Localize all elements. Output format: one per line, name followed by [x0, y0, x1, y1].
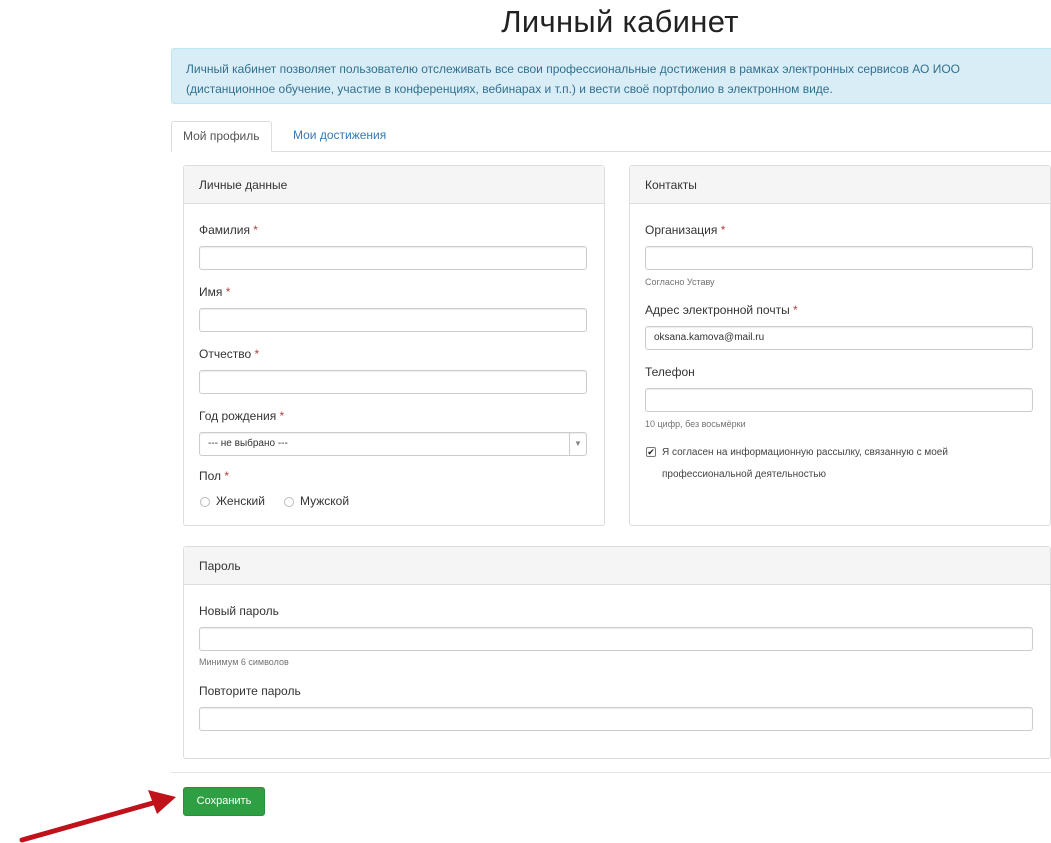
caret-down-icon: ▼	[569, 433, 586, 455]
organization-label: Организация *	[645, 223, 726, 237]
required-mark: *	[253, 223, 258, 237]
phone-label: Телефон	[645, 365, 695, 379]
email-label: Адрес электронной почты *	[645, 303, 798, 317]
email-field[interactable]: oksana.kamova@mail.ru	[645, 326, 1033, 350]
phone-help: 10 цифр, без восьмёрки	[645, 419, 746, 429]
birth-year-select[interactable]: --- не выбрано --- ▼	[199, 432, 587, 456]
page: Личный кабинет Личный кабинет позволяет …	[0, 0, 1051, 843]
repeat-password-label: Повторите пароль	[199, 684, 301, 698]
name-field[interactable]	[199, 308, 587, 332]
gender-male-label: Мужской	[300, 494, 350, 508]
new-password-help: Минимум 6 символов	[199, 657, 289, 667]
birth-year-selected-value: --- не выбрано ---	[208, 438, 288, 449]
consent-label-line-1: Я согласен на информационную рассылку, с…	[662, 447, 948, 458]
required-mark: *	[793, 303, 798, 317]
tab-my-achievements[interactable]: Мои достижения	[282, 121, 397, 152]
password-heading: Пароль	[184, 547, 1050, 585]
info-text-line-1: Личный кабинет позволяет пользователю от…	[186, 62, 960, 76]
patronymic-label: Отчество *	[199, 347, 260, 361]
organization-field[interactable]	[645, 246, 1033, 270]
surname-field[interactable]	[199, 246, 587, 270]
info-text-line-2: (дистанционное обучение, участие в конфе…	[186, 82, 833, 96]
info-alert: Личный кабинет позволяет пользователю от…	[171, 48, 1051, 104]
surname-label: Фамилия *	[199, 223, 258, 237]
required-mark: *	[225, 285, 231, 299]
organization-help: Согласно Уставу	[645, 277, 715, 287]
phone-field[interactable]	[645, 388, 1033, 412]
repeat-password-field[interactable]	[199, 707, 1033, 731]
consent-label-line-2: профессиональной деятельностью	[662, 469, 826, 480]
birth-year-label: Год рождения *	[199, 409, 285, 423]
required-mark: *	[224, 469, 230, 483]
red-arrow-icon	[19, 790, 176, 843]
required-mark: *	[720, 223, 726, 237]
form-divider	[171, 772, 1051, 773]
required-mark: *	[279, 409, 285, 423]
name-label: Имя *	[199, 285, 231, 299]
gender-female-label: Женский	[216, 494, 265, 508]
gender-female-radio[interactable]	[200, 497, 210, 507]
patronymic-field[interactable]	[199, 370, 587, 394]
tab-my-profile[interactable]: Мой профиль	[171, 121, 272, 152]
personal-data-heading: Личные данные	[184, 166, 604, 204]
gender-male-radio[interactable]	[284, 497, 294, 507]
gender-label: Пол *	[199, 469, 230, 483]
page-title: Личный кабинет	[501, 4, 739, 39]
contacts-heading: Контакты	[630, 166, 1050, 204]
personal-data-panel: Личные данные	[183, 165, 605, 526]
new-password-field[interactable]	[199, 627, 1033, 651]
save-button[interactable]: Сохранить	[183, 787, 265, 816]
consent-checkbox[interactable]: ✔	[646, 447, 656, 457]
required-mark: *	[254, 347, 260, 361]
new-password-label: Новый пароль	[199, 604, 279, 618]
